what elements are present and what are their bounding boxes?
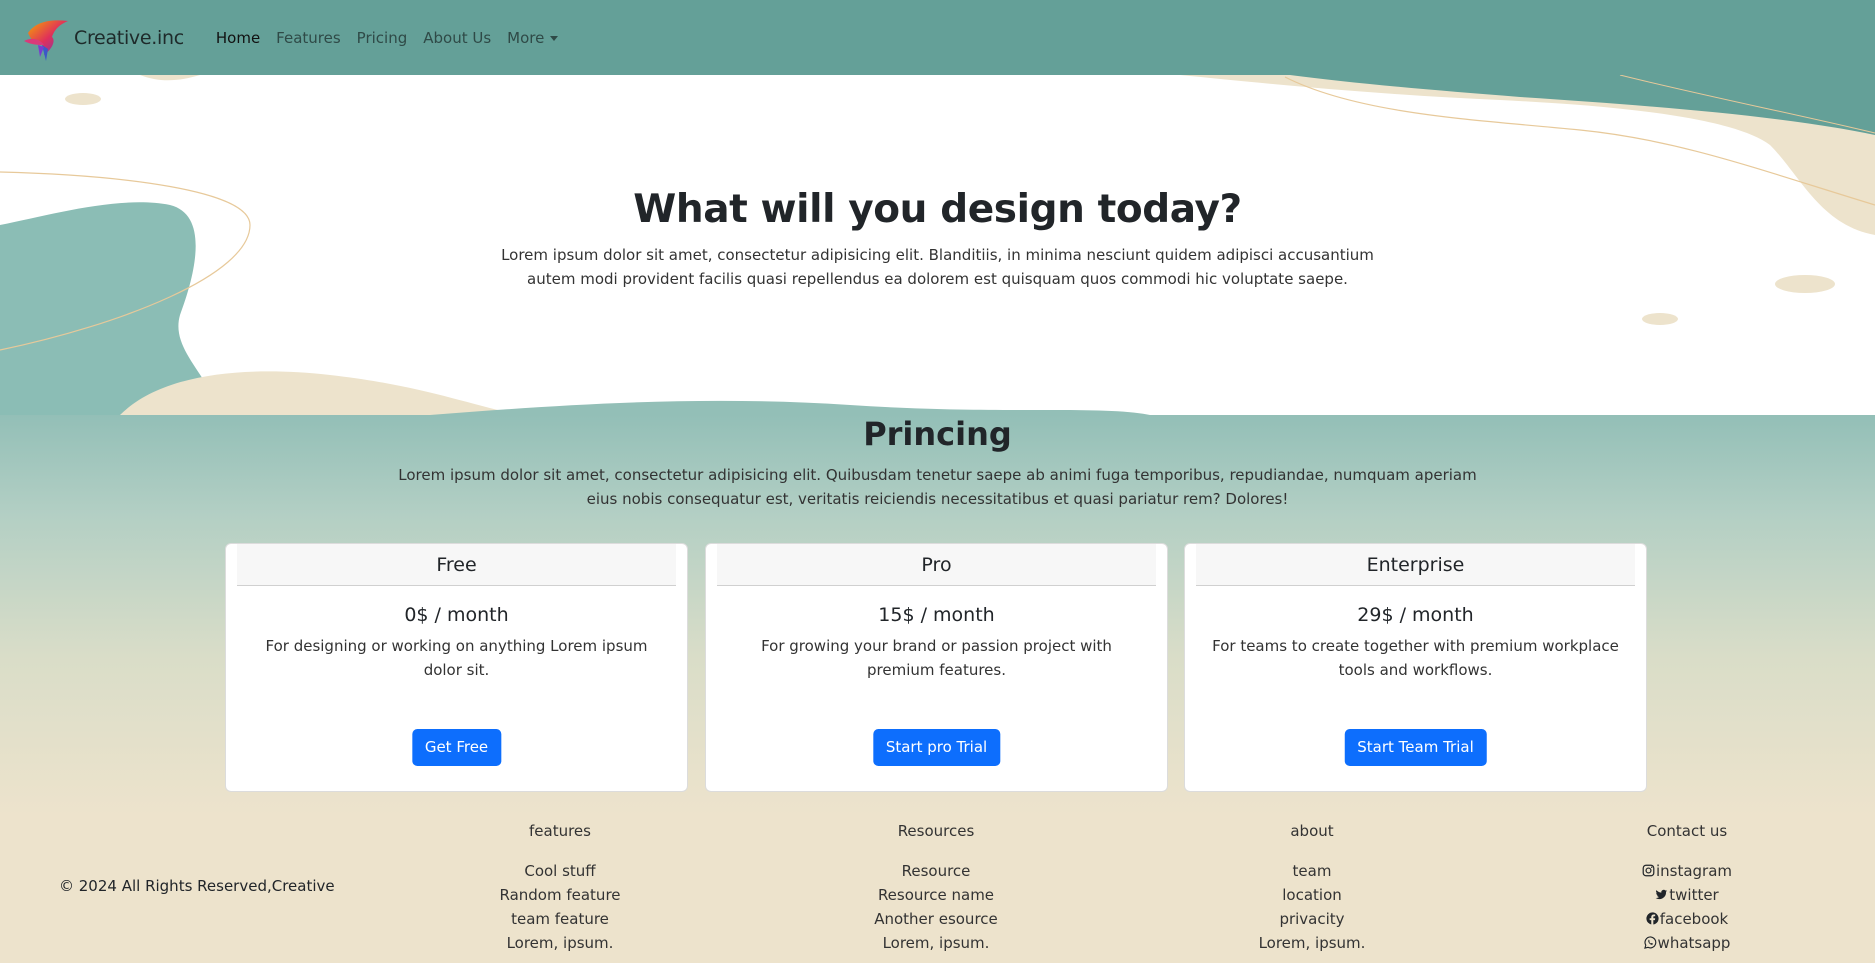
facebook-icon: [1646, 912, 1659, 925]
copyright: © 2024 All Rights Reserved,Creative: [59, 877, 335, 895]
bird-logo-icon: [24, 19, 68, 61]
facebook-label: facebook: [1659, 910, 1729, 928]
instagram-label: instagram: [1655, 862, 1733, 880]
start-team-trial-button[interactable]: Start Team Trial: [1344, 729, 1487, 766]
plan-price: 29$ / month: [1357, 604, 1474, 626]
footer-link[interactable]: Lorem, ipsum.: [1202, 931, 1422, 955]
nav-about-us[interactable]: About Us: [423, 29, 491, 47]
plan-name: Pro: [717, 544, 1156, 586]
instagram-link[interactable]: instagram: [1577, 859, 1797, 883]
plan-card-enterprise: Enterprise 29$ / month For teams to crea…: [1184, 543, 1647, 792]
plan-price: 0$ / month: [404, 604, 509, 626]
nav-more-label: More: [507, 28, 545, 47]
plan-name: Enterprise: [1196, 544, 1635, 586]
hero-description: Lorem ipsum dolor sit amet, consectetur …: [501, 246, 1374, 288]
facebook-link[interactable]: facebook: [1577, 907, 1797, 931]
footer: © 2024 All Rights Reserved,Creative feat…: [0, 815, 1875, 963]
footer-link[interactable]: Another esource: [826, 907, 1046, 931]
get-free-button[interactable]: Get Free: [411, 729, 502, 766]
whatsapp-link[interactable]: whatsapp: [1577, 931, 1797, 955]
plan-description: For designing or working on anything Lor…: [265, 637, 648, 679]
twitter-icon: [1655, 889, 1668, 900]
twitter-label: twitter: [1669, 886, 1719, 904]
footer-link[interactable]: Resource name: [826, 883, 1046, 907]
footer-link[interactable]: privacity: [1202, 907, 1422, 931]
plan-card-free: Free 0$ / month For designing or working…: [225, 543, 688, 792]
navbar: Creative.inc Home Features Pricing About…: [0, 0, 1875, 75]
footer-link[interactable]: Random feature: [450, 883, 670, 907]
footer-column-title: about: [1290, 822, 1334, 840]
footer-link[interactable]: team feature: [450, 907, 670, 931]
nav-features[interactable]: Features: [276, 29, 341, 47]
footer-column-title: Contact us: [1646, 822, 1728, 840]
footer-link[interactable]: Lorem, ipsum.: [450, 931, 670, 955]
footer-column-title: Resources: [897, 822, 975, 840]
footer-column-contact: Contact us instagram twitter facebook wh…: [1577, 815, 1797, 955]
footer-link[interactable]: Lorem, ipsum.: [826, 931, 1046, 955]
footer-column-about: about team location privacity Lorem, ips…: [1202, 815, 1422, 955]
plan-card-pro: Pro 15$ / month For growing your brand o…: [705, 543, 1168, 792]
footer-column-title: features: [529, 822, 591, 840]
hero-section: What will you design today? Lorem ipsum …: [0, 75, 1875, 415]
footer-link[interactable]: Cool stuff: [450, 859, 670, 883]
plan-name: Free: [237, 544, 676, 586]
footer-column-features: features Cool stuff Random feature team …: [450, 815, 670, 955]
whatsapp-icon: [1643, 936, 1656, 949]
pricing-description: Lorem ipsum dolor sit amet, consectetur …: [398, 466, 1477, 508]
footer-link[interactable]: team: [1202, 859, 1422, 883]
nav-home[interactable]: Home: [216, 29, 260, 47]
footer-link[interactable]: Resource: [826, 859, 1046, 883]
twitter-link[interactable]: twitter: [1577, 883, 1797, 907]
start-pro-trial-button[interactable]: Start pro Trial: [872, 729, 1001, 766]
nav-more-dropdown[interactable]: More: [507, 28, 559, 47]
instagram-icon: [1642, 864, 1655, 877]
footer-link[interactable]: location: [1202, 883, 1422, 907]
chevron-down-icon: [550, 35, 559, 41]
plan-description: For teams to create together with premiu…: [1212, 637, 1619, 679]
pricing-section: Princing Lorem ipsum dolor sit amet, con…: [0, 415, 1875, 815]
footer-column-resources: Resources Resource Resource name Another…: [826, 815, 1046, 955]
nav-pricing[interactable]: Pricing: [357, 29, 408, 47]
plan-description: For growing your brand or passion projec…: [761, 637, 1112, 679]
brand[interactable]: Creative.inc: [22, 15, 184, 61]
hero-title: What will you design today?: [633, 187, 1242, 232]
pricing-title: Princing: [863, 415, 1012, 453]
brand-name: Creative.inc: [74, 26, 184, 49]
plan-price: 15$ / month: [878, 604, 995, 626]
whatsapp-label: whatsapp: [1657, 934, 1731, 952]
